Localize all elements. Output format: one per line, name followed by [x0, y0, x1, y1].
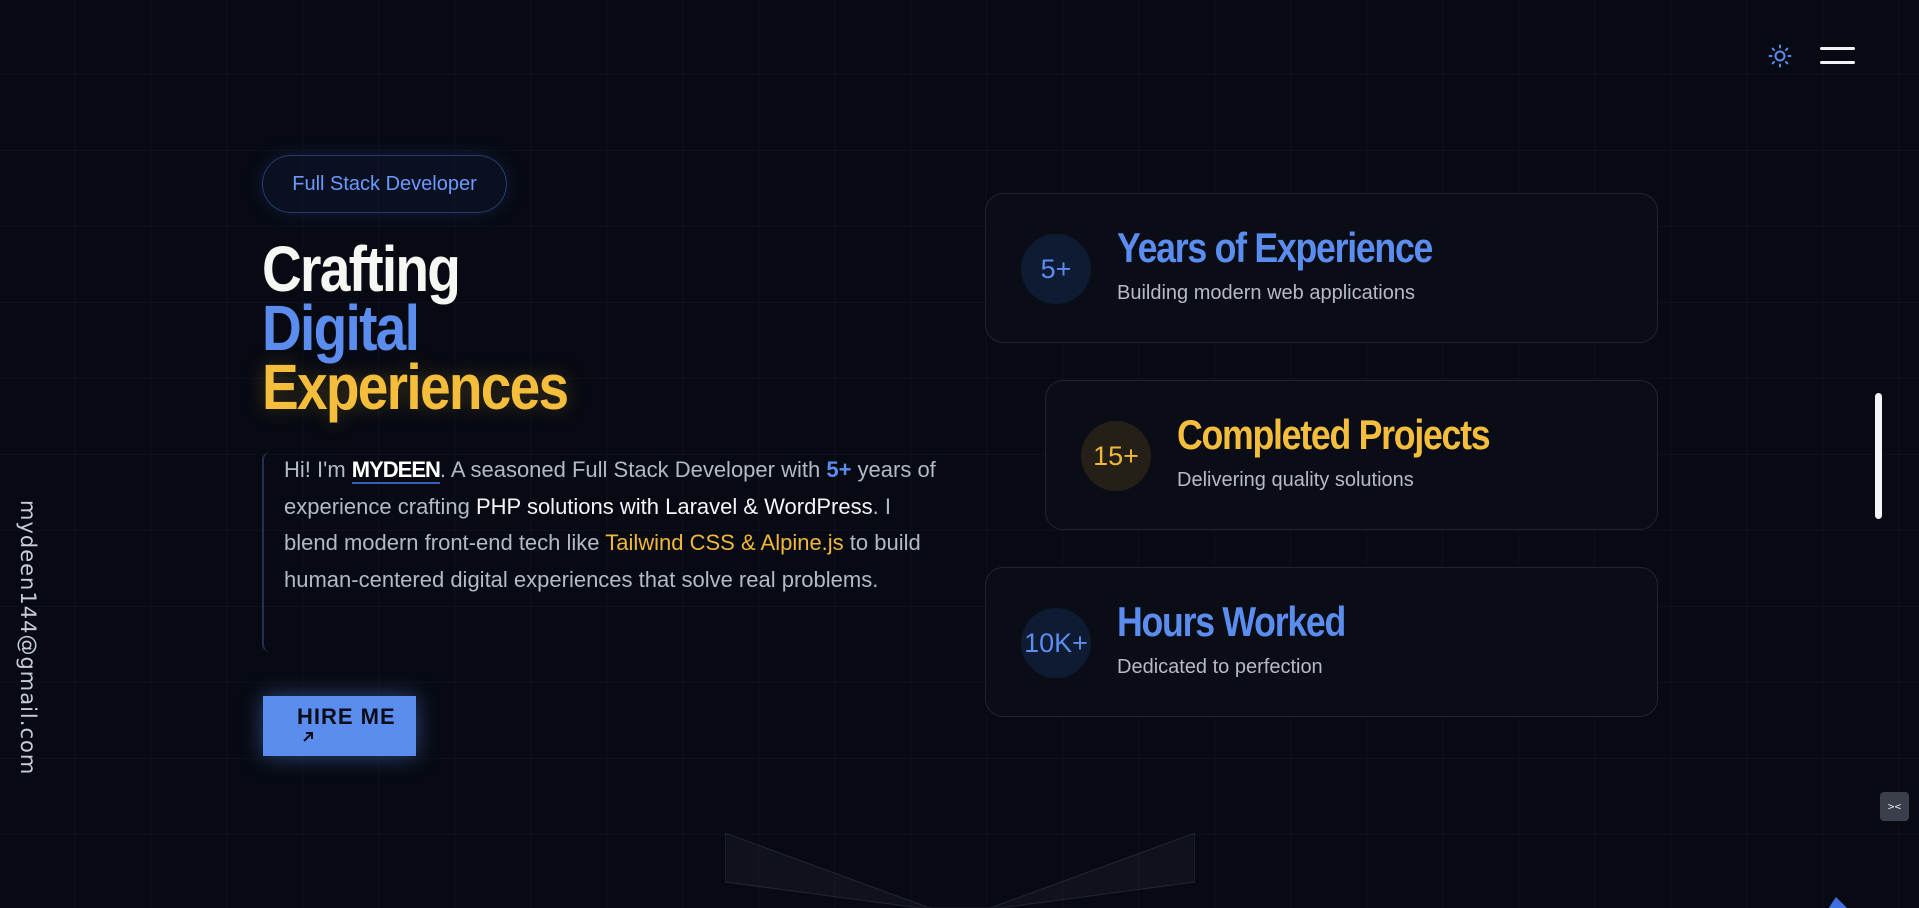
stat-subtitle: Building modern web applications [1117, 282, 1415, 304]
stat-card-projects: 15+ Completed Projects Delivering qualit… [1045, 380, 1658, 530]
hire-me-button[interactable]: HIRE ME [263, 696, 416, 756]
decorative-chevron [725, 832, 1195, 908]
intro-years: 5+ [826, 457, 852, 482]
cursor-arrow-icon [1828, 897, 1847, 908]
side-email-link[interactable]: mydeen144@gmail.com [16, 500, 40, 775]
intro-name: MYDEEN [351, 457, 441, 484]
intro-paragraph: Hi! I'm MYDEEN. A seasoned Full Stack De… [262, 452, 942, 652]
hire-me-label: HIRE ME [297, 704, 396, 729]
stat-value-badge: 15+ [1081, 421, 1151, 491]
arrow-up-right-icon [301, 728, 416, 749]
scroll-indicator[interactable] [1875, 393, 1882, 519]
hero-title: Crafting Digital Experiences [262, 233, 569, 423]
stat-subtitle: Dedicated to perfection [1117, 656, 1323, 678]
stat-title: Hours Worked [1117, 598, 1346, 645]
chat-widget-icon[interactable]: >< [1880, 792, 1909, 821]
sun-icon [1768, 44, 1792, 68]
hero-title-line-2: Digital [262, 292, 420, 364]
intro-stack: PHP solutions with Laravel & WordPress [476, 493, 873, 519]
hamburger-menu-icon[interactable] [1818, 44, 1858, 68]
stat-card-hours: 10K+ Hours Worked Dedicated to perfectio… [985, 567, 1658, 717]
intro-greeting: Hi! I'm [284, 457, 352, 482]
intro-text-1: . A seasoned Full Stack Developer with [439, 457, 827, 482]
hero-title-line-1: Crafting [262, 233, 461, 305]
stat-card-experience: 5+ Years of Experience Building modern w… [985, 193, 1658, 343]
stat-value-badge: 5+ [1021, 234, 1091, 304]
stat-subtitle: Delivering quality solutions [1177, 469, 1414, 491]
stat-value-badge: 10K+ [1021, 608, 1091, 678]
stat-title: Years of Experience [1117, 224, 1433, 271]
intro-frontend: Tailwind CSS & Alpine.js [605, 530, 844, 555]
role-badge: Full Stack Developer [262, 155, 507, 213]
stat-title: Completed Projects [1177, 411, 1491, 458]
theme-toggle-button[interactable] [1766, 42, 1794, 70]
hero-title-line-3: Experiences [262, 351, 569, 423]
